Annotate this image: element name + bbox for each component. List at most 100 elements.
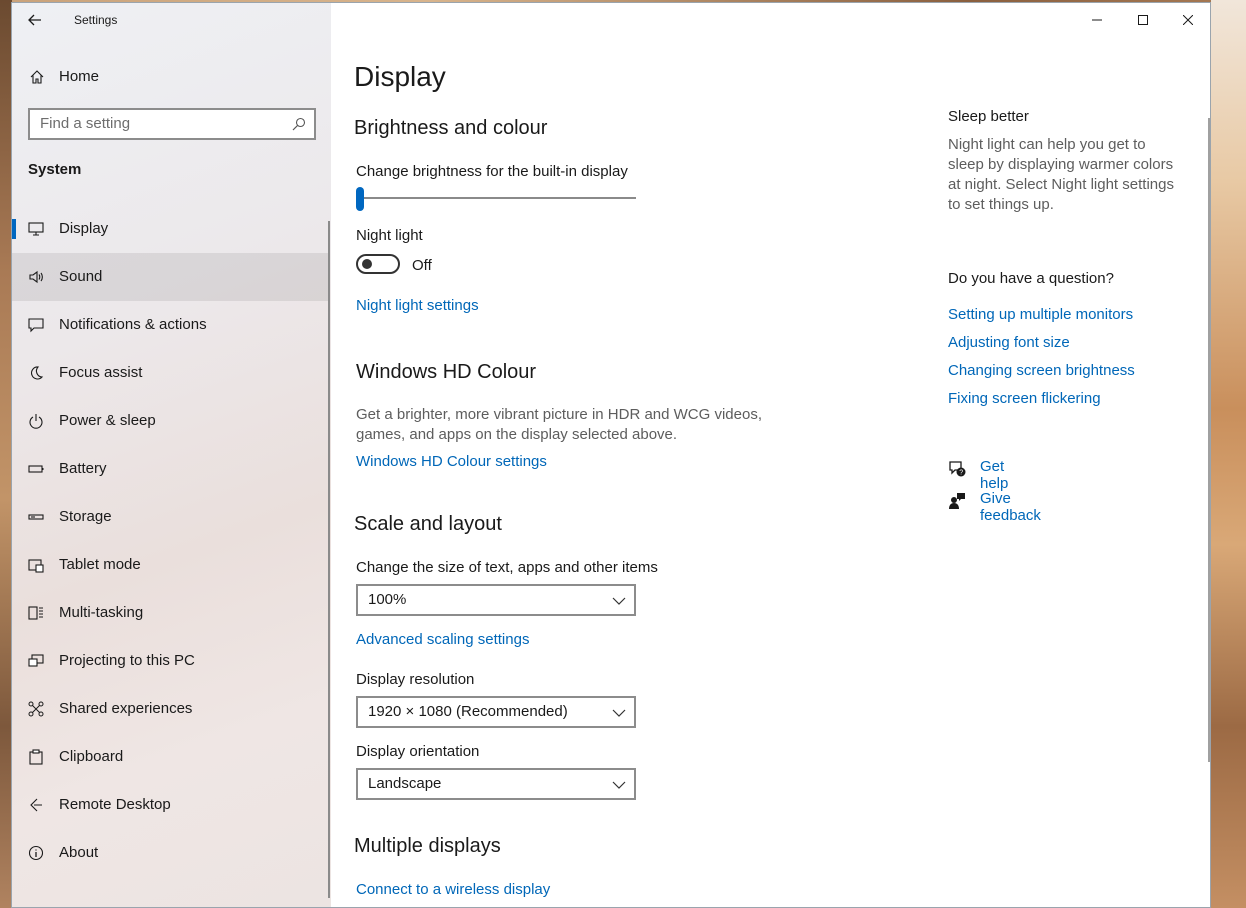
sidebar-item-storage[interactable]: Storage xyxy=(12,493,329,541)
sidebar-item-multitasking[interactable]: Multi-tasking xyxy=(12,589,329,637)
back-arrow-icon xyxy=(28,14,41,26)
sleep-better-text-line1: Night light can help you get to xyxy=(948,136,1146,153)
multiple-displays-heading: Multiple displays xyxy=(354,835,501,857)
maximize-button[interactable] xyxy=(1120,3,1166,37)
search-input[interactable] xyxy=(40,115,280,132)
night-light-toggle[interactable] xyxy=(356,254,400,274)
main-scrollbar[interactable] xyxy=(1208,118,1210,762)
sidebar-item-sound[interactable]: Sound xyxy=(12,253,329,301)
sidebar-item-remote-desktop[interactable]: Remote Desktop xyxy=(12,781,329,829)
search-box[interactable] xyxy=(28,108,316,140)
back-button[interactable] xyxy=(24,9,46,31)
minimize-button[interactable] xyxy=(1074,3,1120,37)
sidebar-item-notifications[interactable]: Notifications & actions xyxy=(12,301,329,349)
sleep-better-text-line4: to set things up. xyxy=(948,196,1054,213)
orientation-value: Landscape xyxy=(368,775,442,792)
home-icon xyxy=(30,70,44,84)
hd-colour-settings-link[interactable]: Windows HD Colour settings xyxy=(356,453,547,470)
wireless-display-link[interactable]: Connect to a wireless display xyxy=(356,881,550,898)
give-feedback-link[interactable]: Give feedback xyxy=(980,490,1041,524)
get-help-link[interactable]: Get help xyxy=(980,458,1008,492)
sidebar-item-label: Multi-tasking xyxy=(59,604,144,621)
title-bar: Settings xyxy=(12,3,331,37)
sidebar-item-power-sleep[interactable]: Power & sleep xyxy=(12,397,329,445)
battery-icon xyxy=(28,465,44,473)
monitor-icon xyxy=(28,222,44,236)
moon-icon xyxy=(31,366,44,380)
tablet-icon xyxy=(28,559,44,573)
maximize-icon xyxy=(1138,15,1148,25)
close-icon xyxy=(1183,15,1193,25)
notification-icon xyxy=(28,318,44,333)
help-link-flickering[interactable]: Fixing screen flickering xyxy=(948,390,1101,407)
sidebar-item-about[interactable]: About xyxy=(12,829,329,877)
close-button[interactable] xyxy=(1165,3,1210,37)
sidebar-item-label: Sound xyxy=(59,268,103,285)
sidebar-item-label: Clipboard xyxy=(59,748,124,765)
scale-value: 100% xyxy=(368,591,407,608)
scale-dropdown[interactable]: 100% xyxy=(356,584,636,616)
sidebar-item-label: Notifications & actions xyxy=(59,316,207,333)
remote-icon xyxy=(30,798,42,812)
hd-colour-description-line2: games, and apps on the display selected … xyxy=(356,426,678,443)
toggle-knob xyxy=(362,259,372,269)
projector-icon xyxy=(28,654,44,667)
orientation-label: Display orientation xyxy=(356,743,480,760)
advanced-scaling-link[interactable]: Advanced scaling settings xyxy=(356,631,529,648)
info-icon xyxy=(28,845,44,861)
brightness-heading: Brightness and colour xyxy=(354,117,548,139)
section-label-system: System xyxy=(28,161,82,178)
sidebar: Settings Home System Display Sound xyxy=(12,3,331,907)
brightness-slider-thumb[interactable] xyxy=(356,187,364,211)
shared-icon xyxy=(28,701,44,717)
resolution-value: 1920 × 1080 (Recommended) xyxy=(368,703,568,720)
sidebar-item-display[interactable]: Display xyxy=(12,205,329,253)
question-heading: Do you have a question? xyxy=(948,270,1114,287)
sleep-better-text-line3: at night. Select Night light settings xyxy=(948,176,1174,193)
sidebar-nav: Display Sound Notifications & actions Fo… xyxy=(12,205,331,877)
scale-size-label: Change the size of text, apps and other … xyxy=(356,559,658,576)
night-light-label: Night light xyxy=(356,227,423,244)
chevron-down-icon xyxy=(612,709,626,717)
sidebar-item-label: About xyxy=(59,844,99,861)
sidebar-home[interactable]: Home xyxy=(12,61,331,93)
night-light-settings-link[interactable]: Night light settings xyxy=(356,297,479,314)
sidebar-item-tablet-mode[interactable]: Tablet mode xyxy=(12,541,329,589)
hd-colour-heading: Windows HD Colour xyxy=(356,361,537,383)
page-title: Display xyxy=(354,61,446,92)
multitask-icon xyxy=(28,606,43,620)
sleep-better-heading: Sleep better xyxy=(948,108,1029,125)
sidebar-item-clipboard[interactable]: Clipboard xyxy=(12,733,329,781)
help-link-brightness[interactable]: Changing screen brightness xyxy=(948,362,1135,379)
sidebar-item-label: Power & sleep xyxy=(59,412,156,429)
sidebar-scrollbar[interactable] xyxy=(328,221,330,898)
search-icon xyxy=(292,117,306,131)
help-link-multiple-monitors[interactable]: Setting up multiple monitors xyxy=(948,306,1133,323)
home-label: Home xyxy=(59,68,100,85)
sidebar-item-label: Display xyxy=(59,220,109,237)
storage-icon xyxy=(28,514,44,520)
sidebar-item-label: Storage xyxy=(59,508,112,525)
sidebar-item-label: Shared experiences xyxy=(59,700,193,717)
resolution-dropdown[interactable]: 1920 × 1080 (Recommended) xyxy=(356,696,636,728)
sleep-better-text-line2: sleep by displaying warmer colors xyxy=(948,156,1174,173)
sidebar-item-label: Battery xyxy=(59,460,107,477)
brightness-label: Change brightness for the built-in displ… xyxy=(356,163,628,180)
sidebar-item-label: Projecting to this PC xyxy=(59,652,195,669)
sidebar-item-battery[interactable]: Battery xyxy=(12,445,329,493)
brightness-slider-track[interactable] xyxy=(356,197,636,199)
help-link-font-size[interactable]: Adjusting font size xyxy=(948,334,1070,351)
sidebar-item-label: Focus assist xyxy=(59,364,143,381)
sidebar-item-shared-experiences[interactable]: Shared experiences xyxy=(12,685,329,733)
settings-window: Settings Home System Display Sound xyxy=(11,2,1211,908)
orientation-dropdown[interactable]: Landscape xyxy=(356,768,636,800)
get-help-icon: ? xyxy=(949,461,966,477)
scale-heading: Scale and layout xyxy=(354,513,502,535)
sidebar-item-projecting[interactable]: Projecting to this PC xyxy=(12,637,329,685)
chevron-down-icon xyxy=(612,597,626,605)
hd-colour-description-line1: Get a brighter, more vibrant picture in … xyxy=(356,406,762,423)
app-title: Settings xyxy=(74,13,118,27)
clipboard-icon xyxy=(29,749,43,765)
speaker-icon xyxy=(29,270,43,284)
sidebar-item-focus-assist[interactable]: Focus assist xyxy=(12,349,329,397)
